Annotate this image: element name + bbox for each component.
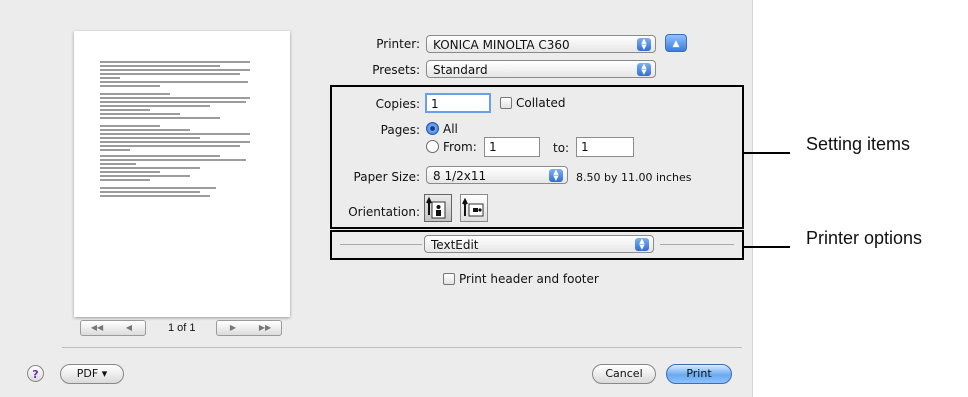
pages-to-label: to: bbox=[553, 141, 570, 155]
preview-text-line bbox=[100, 61, 250, 63]
pages-label: Pages: bbox=[380, 123, 420, 137]
bottom-divider bbox=[62, 347, 742, 348]
presets-select[interactable]: Standard ▲ ▼ bbox=[426, 60, 656, 78]
pages-from-input[interactable]: 1 bbox=[484, 137, 540, 157]
copies-label: Copies: bbox=[375, 97, 420, 111]
preview-text-line bbox=[100, 101, 246, 103]
paper-size-select[interactable]: 8 1/2x11 ▲ ▼ bbox=[426, 166, 568, 184]
first-page-icon[interactable]: ◀◀ bbox=[81, 321, 113, 335]
setting-items-callout: Setting items bbox=[806, 134, 911, 154]
pages-from-label: From: bbox=[443, 140, 477, 154]
print-dialog: ◀◀ ◀ 1 of 1 ▶ ▶▶ Printer: KONICA MINOLTA C… bbox=[0, 0, 753, 397]
portrait-orientation-icon bbox=[426, 196, 446, 219]
collapse-details-button[interactable]: ▲ bbox=[665, 34, 687, 52]
pages-all-label: All bbox=[443, 122, 458, 136]
setting-items-callout-line bbox=[744, 152, 790, 154]
printer-options-callout: Printer options bbox=[806, 228, 923, 248]
collated-label: Collated bbox=[516, 96, 566, 110]
preview-text-line bbox=[100, 179, 150, 181]
preview-text-line bbox=[100, 109, 150, 111]
print-button[interactable]: Print bbox=[666, 364, 732, 384]
preview-text-line bbox=[100, 155, 220, 157]
next-last-page-buttons[interactable]: ▶ ▶▶ bbox=[216, 320, 282, 336]
landscape-orientation-icon bbox=[462, 197, 484, 217]
preview-text-line bbox=[100, 129, 190, 131]
printer-options-callout-line bbox=[744, 246, 790, 248]
updown-arrows-icon: ▲ ▼ bbox=[635, 238, 649, 251]
pdf-menu-button[interactable]: PDF ▾ bbox=[60, 364, 124, 384]
preview-text-line bbox=[100, 159, 246, 161]
preview-text-line bbox=[100, 145, 240, 147]
collapse-triangle-icon: ▲ bbox=[672, 39, 680, 49]
preview-text-line bbox=[100, 85, 160, 87]
paper-size-value: 8 1/2x11 bbox=[433, 169, 487, 183]
paper-dimensions: 8.50 by 11.00 inches bbox=[576, 171, 692, 184]
pages-to-input[interactable]: 1 bbox=[576, 137, 634, 157]
preview-text-line bbox=[100, 105, 210, 107]
page-count: 1 of 1 bbox=[168, 322, 196, 334]
print-preview-page bbox=[74, 31, 290, 317]
preview-text-line bbox=[100, 149, 130, 151]
print-header-footer-label: Print header and footer bbox=[459, 272, 599, 286]
copies-input[interactable]: 1 bbox=[425, 93, 491, 113]
pages-all-radio[interactable] bbox=[426, 122, 439, 135]
orientation-portrait-button[interactable] bbox=[424, 194, 452, 222]
preview-text-line bbox=[100, 97, 250, 99]
preview-text-line bbox=[100, 113, 180, 115]
updown-arrows-icon: ▲ ▼ bbox=[637, 38, 651, 51]
printer-select[interactable]: KONICA MINOLTA C360 ▲ ▼ bbox=[426, 35, 656, 53]
preview-text-line bbox=[100, 195, 210, 197]
orientation-label: Orientation: bbox=[348, 205, 420, 219]
updown-arrows-icon: ▲ ▼ bbox=[549, 169, 563, 182]
print-header-footer-checkbox[interactable] bbox=[443, 273, 455, 285]
paper-size-label: Paper Size: bbox=[353, 170, 420, 184]
preview-text-line bbox=[100, 125, 160, 127]
preview-text-line bbox=[100, 73, 240, 75]
updown-arrows-icon: ▲ ▼ bbox=[637, 63, 651, 76]
presets-value: Standard bbox=[433, 63, 488, 77]
preview-text-line bbox=[100, 77, 120, 79]
preview-text-line bbox=[100, 65, 220, 67]
preview-text-line bbox=[100, 141, 250, 143]
orientation-landscape-button[interactable] bbox=[460, 194, 488, 222]
preview-text-line bbox=[100, 69, 250, 71]
presets-label: Presets: bbox=[372, 63, 420, 77]
cancel-button[interactable]: Cancel bbox=[592, 364, 656, 384]
printer-label: Printer: bbox=[376, 37, 420, 51]
preview-text-line bbox=[100, 81, 248, 83]
last-page-icon[interactable]: ▶▶ bbox=[249, 321, 281, 335]
pages-from-radio[interactable] bbox=[426, 140, 439, 153]
preview-text-line bbox=[100, 175, 190, 177]
preview-text-line bbox=[100, 163, 136, 165]
divider bbox=[660, 244, 734, 245]
prev-page-icon[interactable]: ◀ bbox=[113, 321, 145, 335]
options-menu-select[interactable]: TextEdit ▲ ▼ bbox=[424, 235, 654, 253]
preview-text-line bbox=[100, 117, 220, 119]
help-button[interactable]: ? bbox=[27, 365, 44, 382]
first-prev-page-buttons[interactable]: ◀◀ ◀ bbox=[80, 320, 146, 336]
preview-text-line bbox=[100, 167, 200, 169]
preview-text-line bbox=[100, 133, 250, 135]
printer-value: KONICA MINOLTA C360 bbox=[433, 38, 570, 52]
preview-text-line bbox=[100, 93, 170, 95]
divider bbox=[340, 244, 422, 245]
preview-pager: ◀◀ ◀ 1 of 1 ▶ ▶▶ bbox=[80, 320, 290, 336]
preview-text-line bbox=[100, 187, 216, 189]
options-menu-value: TextEdit bbox=[431, 238, 479, 252]
preview-text-line bbox=[100, 137, 200, 139]
next-page-icon[interactable]: ▶ bbox=[217, 321, 249, 335]
preview-text-line bbox=[100, 171, 160, 173]
collated-checkbox[interactable] bbox=[500, 97, 512, 109]
preview-text-line bbox=[100, 191, 200, 193]
